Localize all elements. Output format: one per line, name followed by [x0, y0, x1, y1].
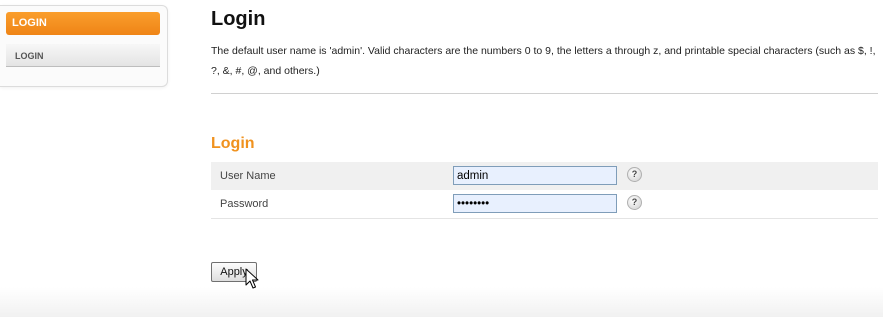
page-bottom-fade — [0, 287, 883, 317]
help-icon[interactable]: ? — [627, 167, 642, 182]
username-row: User Name ? — [211, 162, 878, 190]
divider — [211, 93, 878, 94]
help-icon[interactable]: ? — [627, 195, 642, 210]
username-label: User Name — [220, 170, 276, 182]
page-description: The default user name is 'admin'. Valid … — [211, 45, 876, 77]
password-label: Password — [220, 198, 269, 210]
sidebar-header: LOGIN — [6, 12, 160, 35]
page-title: Login — [211, 8, 266, 30]
password-row: Password ? — [211, 190, 878, 219]
password-input[interactable] — [453, 194, 617, 213]
sidebar-item-login[interactable]: LOGIN — [6, 44, 160, 67]
username-input[interactable] — [453, 166, 617, 185]
apply-button[interactable]: Apply — [211, 262, 257, 282]
sidebar: LOGIN LOGIN — [0, 5, 168, 87]
section-title: Login — [211, 135, 255, 152]
